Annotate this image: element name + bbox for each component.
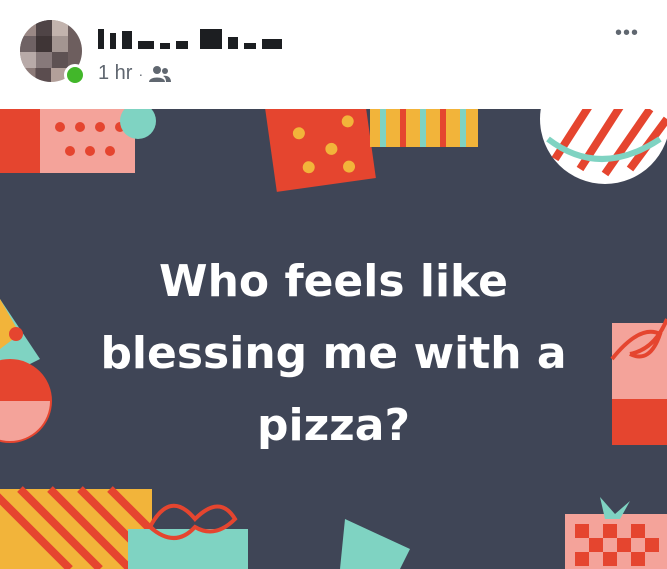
friends-icon[interactable] [149, 65, 172, 83]
post-time[interactable]: 1 hr [98, 62, 132, 85]
post-message-line-2: blessing me with a [100, 328, 567, 379]
post-image[interactable]: Who feels like blessing me with a pizza? [0, 109, 667, 569]
post-meta: 1 hr · [98, 62, 172, 85]
post-message-line-1: Who feels like [159, 256, 508, 307]
post-message-line-3: pizza? [256, 400, 410, 451]
post-header: 1 hr · ••• [0, 0, 667, 109]
more-options-icon[interactable]: ••• [615, 22, 639, 45]
author-name-redacted[interactable] [98, 27, 282, 49]
post-message: Who feels like blessing me with a pizza? [40, 246, 627, 462]
post-card: 1 hr · ••• Who feels like blessing me wi… [0, 0, 667, 569]
online-status-dot [64, 64, 86, 86]
meta-separator: · [138, 65, 144, 82]
